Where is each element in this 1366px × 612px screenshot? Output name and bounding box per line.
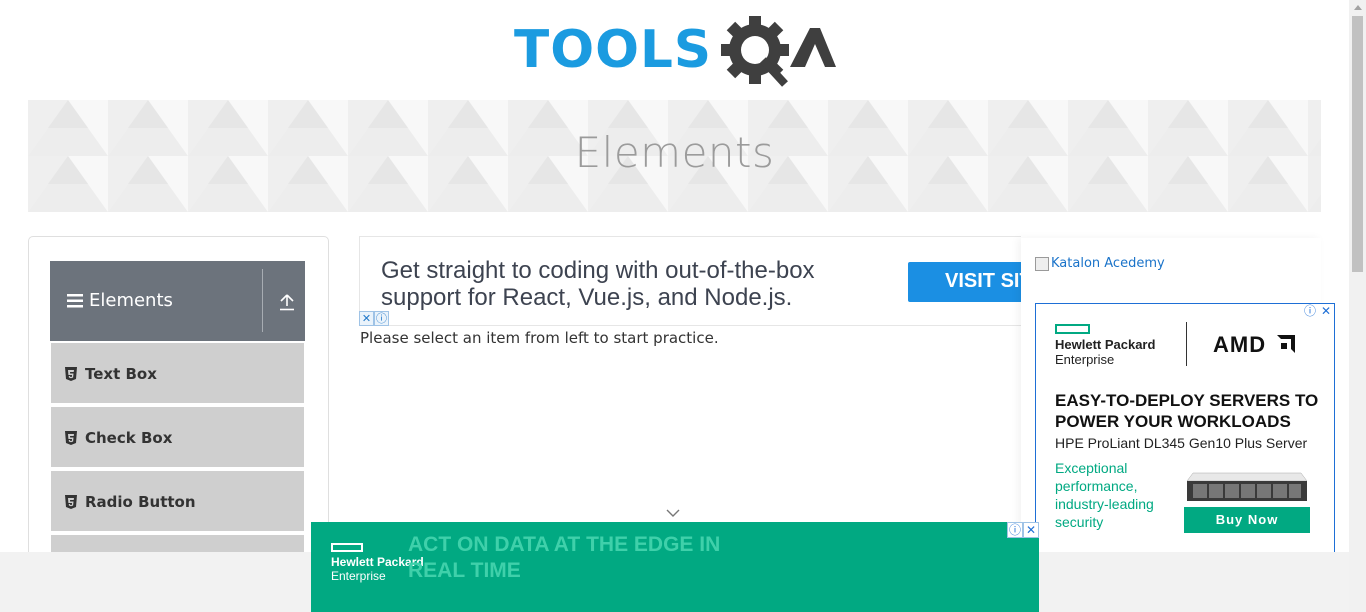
- hpe-brand-sub: Enterprise: [1055, 352, 1115, 367]
- sidebar-item-label: Check Box: [85, 429, 173, 447]
- ad-headline: EASY-TO-DEPLOY SERVERS TO POWER YOUR WOR…: [1055, 391, 1319, 431]
- hpe-logo-icon: [1055, 324, 1090, 334]
- hamburger-icon: [67, 294, 83, 308]
- html5-icon: [65, 367, 77, 381]
- sidebar-group-elements[interactable]: Elements: [50, 261, 305, 341]
- ad-close-icon[interactable]: ✕: [359, 311, 374, 326]
- header-divider: [262, 269, 263, 332]
- amd-arrow-icon: [1277, 335, 1295, 353]
- hpe-amd-advertisement[interactable]: ⓘ ✕ Hewlett Packard Enterprise AMD EASY-…: [1035, 303, 1335, 558]
- ad-info-icon[interactable]: ⓘ: [1007, 522, 1023, 538]
- html5-icon: [65, 431, 77, 445]
- sidebar-group-title: Elements: [89, 290, 173, 311]
- bottom-advertisement[interactable]: Hewlett Packard Enterprise ACT ON DATA A…: [311, 522, 1039, 612]
- page-scrollbar[interactable]: [1349, 0, 1366, 612]
- katalon-alt-text: Katalon Acedemy: [1051, 256, 1165, 271]
- sidebar-item-label: Text Box: [85, 365, 157, 383]
- scroll-up-icon[interactable]: [1354, 5, 1362, 10]
- ad-choices[interactable]: ⓘ ✕: [1302, 304, 1334, 320]
- ad-tagline: ACT ON DATA AT THE EDGE IN REAL TIME: [408, 533, 721, 582]
- ad-info-icon[interactable]: ⓘ: [1302, 304, 1318, 320]
- amd-logo-text: AMD: [1213, 332, 1267, 357]
- ad-choices[interactable]: ⓘ ✕: [1007, 522, 1039, 538]
- ad-close-icon[interactable]: ✕: [1023, 522, 1039, 538]
- page: TOOLS Elements Elements Text Box Check B…: [0, 0, 1366, 612]
- page-banner: Elements: [28, 100, 1321, 212]
- sidebar: Elements Text Box Check Box Radio Button: [28, 236, 329, 576]
- ad-info-icon[interactable]: ⓘ: [374, 311, 389, 326]
- html5-icon: [65, 495, 77, 509]
- practice-hint-text: Please select an item from left to start…: [360, 329, 719, 347]
- visit-site-button[interactable]: VISIT SITE: [908, 262, 1021, 302]
- ad-close-icon[interactable]: ✕: [1318, 304, 1334, 320]
- toolsqa-logo-graphic: TOOLS: [514, 16, 836, 87]
- svg-text:TOOLS: TOOLS: [514, 20, 712, 80]
- page-title: Elements: [574, 128, 775, 177]
- katalon-academy-image-link[interactable]: Katalon Acedemy: [1035, 256, 1165, 271]
- chevron-down-icon[interactable]: [666, 508, 680, 518]
- buy-now-button[interactable]: Buy Now: [1184, 507, 1310, 533]
- sidebar-item-radio-button[interactable]: Radio Button: [51, 471, 304, 533]
- ad-tagline: Exceptional performance, industry-leadin…: [1055, 460, 1154, 530]
- server-model: HPE ProLiant DL345 Gen10 Plus Server: [1055, 435, 1308, 451]
- top-advertisement[interactable]: Get straight to coding with out-of-the-b…: [359, 236, 1021, 326]
- hpe-brand-name: Hewlett Packard: [1055, 337, 1156, 352]
- ad-headline: Get straight to coding with out-of-the-b…: [381, 257, 815, 311]
- scrollbar-thumb[interactable]: [1352, 16, 1363, 272]
- broken-image-icon: [1035, 256, 1049, 271]
- sidebar-item-check-box[interactable]: Check Box: [51, 407, 304, 469]
- ad-choices[interactable]: ✕ ⓘ: [359, 311, 389, 327]
- logo-divider: [1186, 322, 1187, 366]
- sidebar-item-label: Radio Button: [85, 493, 196, 511]
- sidebar-item-text-box[interactable]: Text Box: [51, 343, 304, 405]
- toolsqa-logo[interactable]: TOOLS: [514, 14, 844, 94]
- server-image: [1187, 472, 1307, 501]
- hpe-brand-sub: Enterprise: [331, 569, 386, 583]
- hpe-logo-icon: [331, 543, 363, 552]
- collapse-upload-icon[interactable]: [279, 293, 295, 311]
